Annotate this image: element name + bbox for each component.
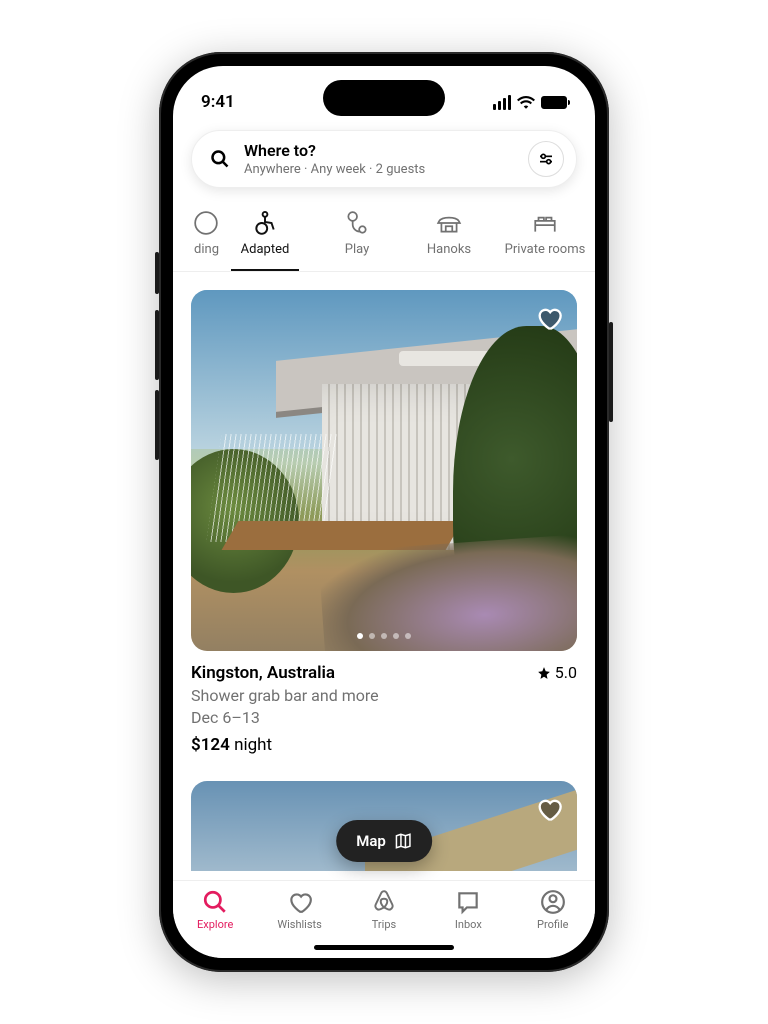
tab-label: ding xyxy=(194,242,219,257)
nav-inbox[interactable]: Inbox xyxy=(433,889,503,931)
nav-label: Inbox xyxy=(455,918,482,931)
play-icon xyxy=(344,210,370,236)
tab-trending-partial[interactable]: ding xyxy=(179,200,219,271)
listing-price: $124 night xyxy=(191,735,577,755)
search-icon xyxy=(210,149,230,169)
trending-icon xyxy=(193,210,219,236)
search-title: Where to? xyxy=(244,141,528,160)
wheelchair-icon xyxy=(252,210,278,236)
listing-feature: Shower grab bar and more xyxy=(191,686,577,705)
cellular-icon xyxy=(493,95,511,110)
tab-label: Adapted xyxy=(241,242,290,257)
heart-icon xyxy=(535,304,563,332)
logo-icon xyxy=(371,889,397,915)
chat-icon xyxy=(455,889,481,915)
nav-label: Explore xyxy=(197,918,233,931)
tab-adapted[interactable]: Adapted xyxy=(219,200,311,271)
wishlist-button[interactable] xyxy=(535,304,563,332)
nav-label: Wishlists xyxy=(277,918,321,931)
sliders-icon xyxy=(538,151,554,167)
tab-play[interactable]: Play xyxy=(311,200,403,271)
status-time: 9:41 xyxy=(201,92,235,112)
filter-button[interactable] xyxy=(528,141,564,177)
home-indicator xyxy=(314,945,454,950)
nav-wishlists[interactable]: Wishlists xyxy=(265,889,335,931)
listing-photo[interactable] xyxy=(191,290,577,651)
star-icon xyxy=(537,666,551,680)
tab-private-rooms[interactable]: Private rooms xyxy=(495,200,595,271)
dynamic-island xyxy=(323,80,445,116)
nav-explore[interactable]: Explore xyxy=(180,889,250,931)
listing-rating: 5.0 xyxy=(537,663,577,682)
wishlist-button[interactable] xyxy=(535,795,563,823)
nav-label: Profile xyxy=(537,918,568,931)
tab-label: Play xyxy=(345,242,370,257)
nav-profile[interactable]: Profile xyxy=(518,889,588,931)
map-icon xyxy=(394,832,412,850)
map-button[interactable]: Map xyxy=(336,820,432,862)
listing-dates: Dec 6–13 xyxy=(191,708,577,727)
nav-label: Trips xyxy=(372,918,396,931)
hanok-icon xyxy=(436,210,462,236)
battery-icon xyxy=(541,96,567,109)
heart-icon xyxy=(535,795,563,823)
search-icon xyxy=(202,889,228,915)
heart-icon xyxy=(287,889,313,915)
map-label: Map xyxy=(356,832,386,850)
photo-pagination xyxy=(191,633,577,639)
screen: 9:41 Where to? Anywhere · Any week · 2 g… xyxy=(173,66,595,958)
listing-location: Kingston, Australia xyxy=(191,663,335,683)
search-bar[interactable]: Where to? Anywhere · Any week · 2 guests xyxy=(191,130,577,188)
profile-icon xyxy=(540,889,566,915)
wifi-icon xyxy=(517,95,535,109)
nav-trips[interactable]: Trips xyxy=(349,889,419,931)
category-tabs: ding Adapted Play Hanoks Private rooms xyxy=(173,198,595,272)
tab-label: Private rooms xyxy=(505,242,586,257)
listing-card[interactable]: Kingston, Australia 5.0 Shower grab bar … xyxy=(191,290,577,755)
search-subtitle: Anywhere · Any week · 2 guests xyxy=(244,162,528,177)
phone-frame: 9:41 Where to? Anywhere · Any week · 2 g… xyxy=(159,52,609,972)
tab-hanoks[interactable]: Hanoks xyxy=(403,200,495,271)
bed-icon xyxy=(532,210,558,236)
tab-label: Hanoks xyxy=(427,242,471,257)
